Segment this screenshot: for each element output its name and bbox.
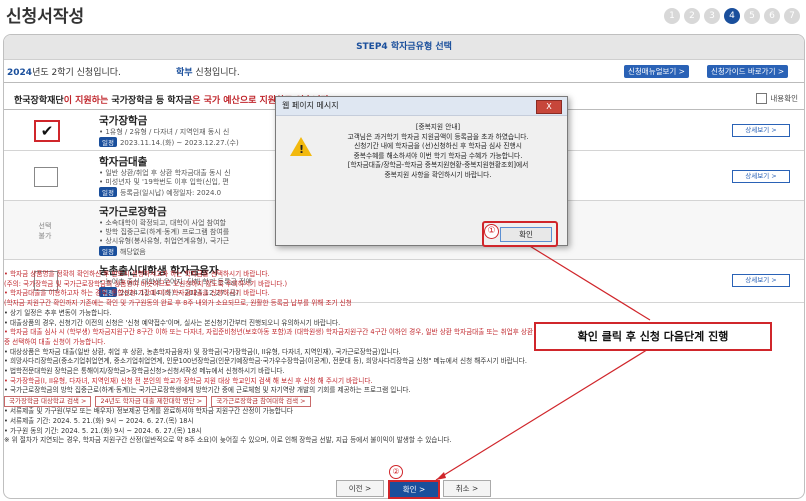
dialog-line: 중복지원 사항을 확인하시기 바랍니다.: [384, 170, 492, 179]
arrow-head: [436, 472, 446, 480]
dialog-line: 신청기간 내에 학자금을 (선)신청하신 후 학자금 심사 진행시: [354, 142, 522, 150]
dialog-title: 웹 페이지 메시지: [276, 97, 567, 116]
arrow-line-dialog: [519, 239, 651, 321]
step-marker-2: ②: [389, 465, 403, 479]
dialog-message: [중복지원 안내] 고객님은 과거학기 학자금 지원금액이 등록금을 초과 하였…: [316, 123, 560, 180]
web-page-message-dialog: 웹 페이지 메시지 X ! [중복지원 안내] 고객님은 과거학기 학자금 지원…: [275, 96, 568, 247]
step-marker-1: ①: [484, 224, 499, 239]
dialog-line: [학자금대출/장학금-학자금 중복지원현황-중복지원현황조회]에서: [347, 161, 529, 169]
dialog-line: 고객님은 과거학기 학자금 지원금액이 등록금을 초과 하였습니다.: [347, 132, 529, 141]
dialog-ok-button[interactable]: 확인: [500, 227, 552, 242]
arrow-line-confirm: [435, 347, 651, 481]
dialog-line: 중복수혜를 해소하셔야 이번 학기 학자금 수혜가 가능합니다.: [353, 151, 523, 160]
annotation-arrows: [435, 239, 651, 481]
warning-icon-mark: !: [299, 143, 305, 156]
instruction-callout: 확인 클릭 후 신청 다음단계 진행: [534, 322, 772, 351]
dialog-line: [중복지원 안내]: [415, 123, 461, 131]
close-icon[interactable]: X: [536, 100, 562, 114]
